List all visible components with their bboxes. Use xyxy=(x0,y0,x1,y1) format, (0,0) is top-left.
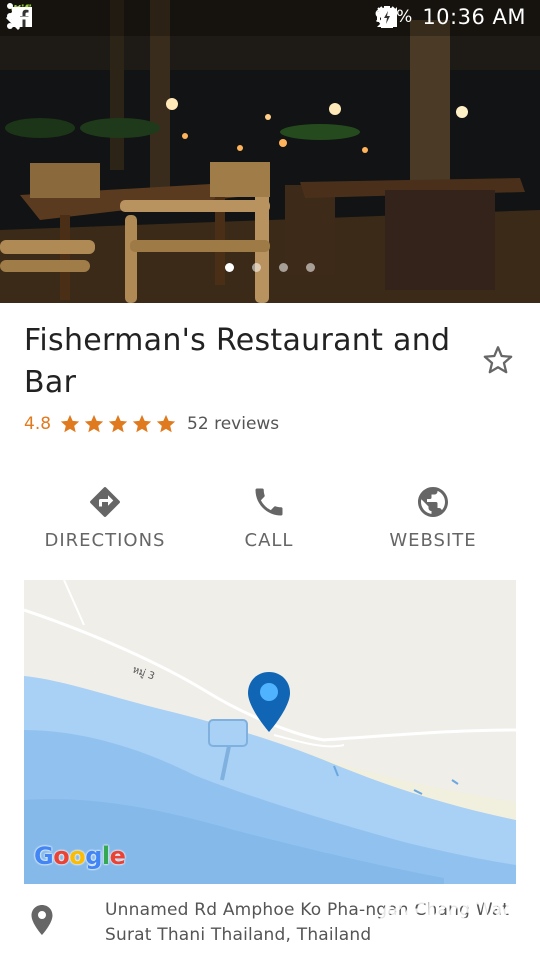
status-bar: Wifi 97% 10:36 AM xyxy=(0,0,540,36)
google-logo: Google xyxy=(34,842,126,870)
battery-charging-icon xyxy=(380,6,393,28)
photo-pager xyxy=(0,263,540,275)
place-title: Fisherman's Restaurant and Bar xyxy=(24,323,451,400)
star-filled-icon xyxy=(132,414,152,433)
call-button[interactable]: CALL xyxy=(189,484,349,551)
reviews-count[interactable]: 52 reviews xyxy=(187,414,279,434)
directions-label: DIRECTIONS xyxy=(44,530,166,551)
pager-dot[interactable] xyxy=(225,263,234,272)
directions-icon xyxy=(90,487,120,517)
star-filled-icon xyxy=(156,414,176,433)
review-watermark: REVIEW xyxy=(376,895,516,930)
location-map[interactable]: หมู่ 3 Google xyxy=(24,580,516,884)
call-label: CALL xyxy=(244,530,294,551)
restaurant-photo-illustration xyxy=(0,0,540,303)
website-button[interactable]: WEBSITE xyxy=(353,484,513,551)
rating-stars xyxy=(59,413,177,435)
place-photo[interactable]: Wifi 97% 10:36 AM xyxy=(0,0,540,303)
star-filled-icon xyxy=(84,414,104,433)
star-filled-icon xyxy=(60,414,80,433)
globe-icon xyxy=(418,487,448,517)
location-pin-icon xyxy=(31,905,53,935)
status-time: 10:36 AM xyxy=(422,5,526,29)
pager-dot[interactable] xyxy=(279,263,288,272)
pager-dot[interactable] xyxy=(252,263,261,272)
pager-dot[interactable] xyxy=(306,263,315,272)
phone-icon xyxy=(255,488,283,516)
map-illustration xyxy=(24,580,516,884)
rating-row[interactable]: 4.8 52 reviews xyxy=(24,410,279,438)
star-filled-icon xyxy=(108,414,128,433)
directions-button[interactable]: DIRECTIONS xyxy=(25,484,185,551)
save-star-icon[interactable] xyxy=(481,343,515,377)
rating-value: 4.8 xyxy=(24,414,52,434)
more-options-icon[interactable] xyxy=(0,0,20,32)
website-label: WEBSITE xyxy=(389,530,477,551)
